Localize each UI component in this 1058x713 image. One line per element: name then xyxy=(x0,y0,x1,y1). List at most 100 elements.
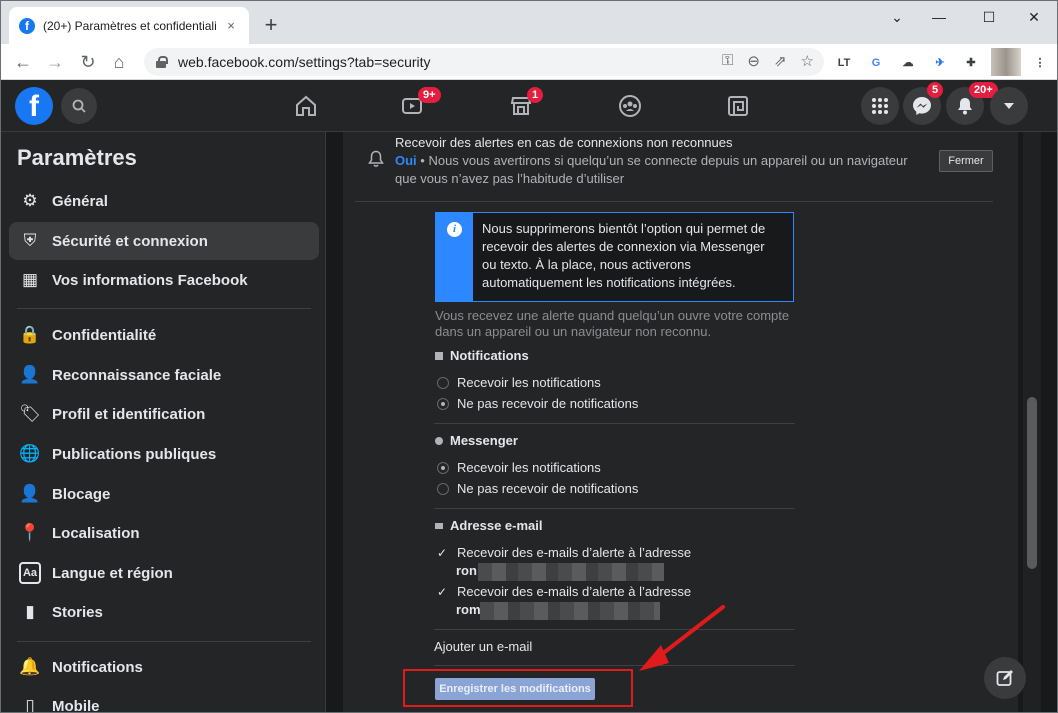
sidebar-item-vos-informations-facebook[interactable]: ▦ Vos informations Facebook xyxy=(9,261,319,299)
extensions-puzzle-icon[interactable]: ✚ xyxy=(962,54,980,72)
settings-sidebar: Paramètres ⚙ Général ⛨ Sécurité et connexio… xyxy=(1,132,326,712)
sidebar-item-label: Sécurité et connexion xyxy=(52,232,208,250)
zoom-icon[interactable]: ⊖ xyxy=(747,52,760,70)
block-user-icon: 👤 xyxy=(19,484,41,503)
divider xyxy=(434,665,795,666)
language-icon: Aa xyxy=(19,562,41,584)
highlight-box xyxy=(403,669,633,707)
forward-icon[interactable]: → xyxy=(43,50,67,74)
email-address-2: rom xyxy=(456,602,481,617)
browser-tab-bar: f (20+) Paramètres et confidentialité × … xyxy=(1,1,1057,44)
divider xyxy=(434,423,795,424)
minimize-icon[interactable]: — xyxy=(919,7,959,27)
facebook-logo-icon[interactable]: f xyxy=(15,87,53,125)
chrome-menu-icon[interactable]: ⋮ xyxy=(1031,54,1049,72)
tag-icon: 🏷 xyxy=(19,404,41,423)
sidebar-item-reconnaissance-faciale[interactable]: 👤 Reconnaissance faciale xyxy=(9,356,319,394)
close-window-icon[interactable]: ✕ xyxy=(1014,7,1054,27)
address-bar[interactable]: web.facebook.com/settings?tab=security ⚿… xyxy=(144,48,824,76)
gear-icon: ⚙ xyxy=(22,191,38,210)
option-label: Recevoir des e-mails d’alerte à l’adress… xyxy=(457,584,692,599)
account-dropdown-icon[interactable] xyxy=(990,87,1028,125)
notif-none-radio[interactable]: Ne pas recevoir de notifications xyxy=(437,396,638,411)
tab-close-icon[interactable]: × xyxy=(223,18,239,34)
sidebar-item-mobile[interactable]: ▯ Mobile xyxy=(9,687,319,712)
sidebar-item-label: Profil et identification xyxy=(52,405,206,423)
profile-avatar[interactable] xyxy=(991,48,1021,76)
notif-receive-radio[interactable]: Recevoir les notifications xyxy=(437,375,601,390)
add-email-link[interactable]: Ajouter un e-mail xyxy=(434,639,532,654)
alert-status: Oui xyxy=(395,153,417,168)
tab-search-icon[interactable]: ⌄ xyxy=(877,7,917,27)
new-message-compose-icon[interactable] xyxy=(984,657,1026,699)
languagetool-extension-icon[interactable]: LT xyxy=(835,54,853,72)
search-icon[interactable] xyxy=(61,88,97,124)
radio-circle-icon[interactable] xyxy=(437,376,449,389)
sidebar-item-label: Localisation xyxy=(52,524,140,542)
rocket-extension-icon[interactable]: ✈ xyxy=(931,54,949,72)
option-label: Recevoir les notifications xyxy=(457,460,601,475)
reload-icon[interactable]: ↻ xyxy=(76,50,100,74)
bookmark-star-icon[interactable]: ☆ xyxy=(801,52,814,70)
sidebar-item-stories[interactable]: ▮ Stories xyxy=(9,593,319,631)
alert-description: Oui • Nous vous avertirons si quelqu’un … xyxy=(395,152,915,188)
sidebar-item-blocage[interactable]: 👤 Blocage xyxy=(9,475,319,513)
annotation-arrow-icon xyxy=(639,605,725,671)
sidebar-item-label: Langue et région xyxy=(52,564,173,582)
section-label: Notifications xyxy=(450,348,529,363)
new-tab-button[interactable]: + xyxy=(259,13,283,37)
sidebar-item-langue-et-région[interactable]: Aa Langue et région xyxy=(9,554,319,592)
option-label: Recevoir des e-mails d’alerte à l’adress… xyxy=(457,545,692,560)
email-alert-checkbox-2[interactable]: ✓ Recevoir des e-mails d’alerte à l’adres… xyxy=(437,584,691,599)
sidebar-item-label: Blocage xyxy=(52,485,111,503)
messenger-badge: 5 xyxy=(927,82,944,98)
radio-circle-selected-icon[interactable] xyxy=(437,397,449,410)
close-button[interactable]: Fermer xyxy=(939,150,993,172)
main-scrollbar[interactable] xyxy=(1023,132,1041,712)
home-icon[interactable]: ⌂ xyxy=(107,50,131,74)
lock-icon[interactable] xyxy=(156,56,168,68)
groups-nav-icon[interactable] xyxy=(615,91,645,121)
menu-grid-icon[interactable] xyxy=(861,87,899,125)
checkmark-icon[interactable]: ✓ xyxy=(437,586,449,598)
gaming-nav-icon[interactable] xyxy=(723,91,753,121)
login-alerts-row: Recevoir des alertes en cas de connexion… xyxy=(355,132,995,202)
key-icon[interactable]: ⚿ xyxy=(722,52,733,70)
scrollbar-thumb[interactable] xyxy=(1027,397,1037,569)
facebook-favicon-icon: f xyxy=(19,17,35,34)
home-nav-icon[interactable] xyxy=(291,91,321,121)
globe-icon: 🌐 xyxy=(19,444,41,463)
back-icon[interactable]: ← xyxy=(11,50,35,74)
notifications-section-title: Notifications xyxy=(435,348,529,363)
maximize-icon[interactable]: ☐ xyxy=(969,7,1009,27)
facebook-top-bar: f 9+ 1 5 20+ xyxy=(1,80,1057,132)
radio-circle-icon[interactable] xyxy=(437,482,449,495)
alert-desc-text: • Nous vous avertirons si quelqu’un se c… xyxy=(395,153,908,186)
sidebar-item-label: Publications publiques xyxy=(52,445,217,463)
sidebar-item-confidentialité[interactable]: 🔒 Confidentialité xyxy=(9,316,319,354)
option-label: Recevoir les notifications xyxy=(457,375,601,390)
sidebar-item-sécurité-et-connexion[interactable]: ⛨ Sécurité et connexion xyxy=(9,222,319,260)
option-label: Ne pas recevoir de notifications xyxy=(457,481,639,496)
email-alert-checkbox-1[interactable]: ✓ Recevoir des e-mails d’alerte à l’adres… xyxy=(437,545,691,560)
sidebar-item-localisation[interactable]: 📍 Localisation xyxy=(9,514,319,552)
grid-icon: ▦ xyxy=(21,270,39,289)
translate-extension-icon[interactable]: G xyxy=(867,54,885,72)
alert-title: Recevoir des alertes en cas de connexion… xyxy=(395,135,733,150)
checkmark-icon[interactable]: ✓ xyxy=(437,547,449,559)
info-box-stripe: i xyxy=(436,213,473,301)
divider xyxy=(434,508,795,509)
sidebar-divider xyxy=(17,308,311,309)
info-icon: i xyxy=(447,222,462,237)
sidebar-item-publications-publiques[interactable]: 🌐 Publications publiques xyxy=(9,435,319,473)
browser-tab[interactable]: f (20+) Paramètres et confidentialité × xyxy=(9,7,249,44)
radio-circle-selected-icon[interactable] xyxy=(437,461,449,474)
share-icon[interactable]: ⇗ xyxy=(774,52,787,70)
marketplace-badge: 1 xyxy=(527,87,544,103)
messenger-none-radio[interactable]: Ne pas recevoir de notifications xyxy=(437,481,638,496)
sidebar-item-profil-et-identification[interactable]: 🏷 Profil et identification xyxy=(9,395,319,433)
sidebar-item-notifications[interactable]: 🔔 Notifications xyxy=(9,648,319,686)
messenger-receive-radio[interactable]: Recevoir les notifications xyxy=(437,460,601,475)
sidebar-item-général[interactable]: ⚙ Général xyxy=(9,182,319,220)
cloud-extension-icon[interactable]: ☁ xyxy=(899,54,917,72)
